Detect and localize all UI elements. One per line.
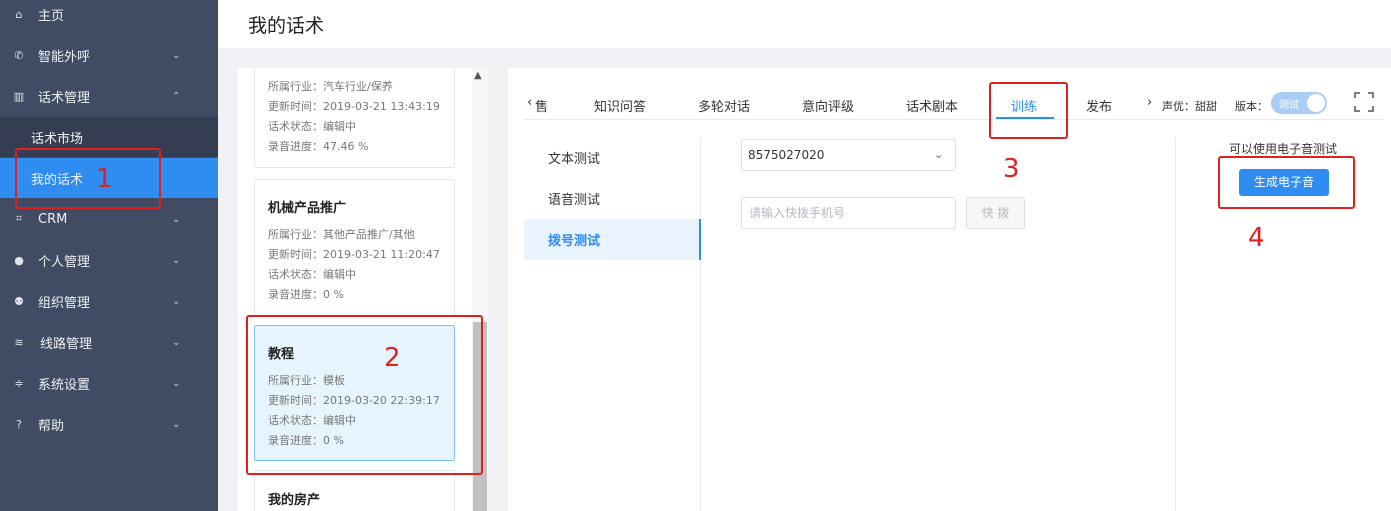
tab-publish[interactable]: 发布 xyxy=(1086,96,1112,115)
subnav-divider xyxy=(700,137,701,511)
content-divider xyxy=(1175,137,1176,511)
script-card[interactable]: 我的房产 xyxy=(254,470,455,511)
script-detail-panel xyxy=(508,68,1391,511)
version-label: 版本： xyxy=(1235,100,1268,113)
card-title: 我的房产 xyxy=(268,493,321,508)
quick-dial-input[interactable] xyxy=(741,197,956,229)
header: 我的话术 xyxy=(218,0,1391,48)
chevron-down-icon: ⌄ xyxy=(172,336,181,348)
chevron-down-icon: ⌄ xyxy=(172,49,181,61)
sidebar-item-smart-call[interactable]: ✆ 智能外呼 ⌄ xyxy=(0,35,218,75)
subnav-label: 语音测试 xyxy=(548,193,601,208)
card-status: 话术状态：编辑中 xyxy=(268,268,356,281)
sidebar-item-system-settings[interactable]: ≑ 系统设置 ⌄ xyxy=(0,363,218,403)
sidebar-item-label: 主页 xyxy=(38,8,65,24)
card-progress: 录音进度：47.46 % xyxy=(268,140,369,153)
version-toggle-label: 测试 xyxy=(1279,100,1299,111)
version-toggle[interactable]: 测试 xyxy=(1271,92,1327,114)
sidebar-item-personal[interactable]: ● 个人管理 ⌄ xyxy=(0,240,218,280)
page-title: 我的话术 xyxy=(248,15,325,37)
chevron-up-icon: ⌃ xyxy=(172,90,181,102)
sidebar-item-script-management[interactable]: ▥ 话术管理 ⌃ xyxy=(0,76,218,116)
sidebar-item-label: 话术市场 xyxy=(31,131,84,147)
subnav-active-indicator xyxy=(699,219,701,260)
sidebar-item-label: 话术管理 xyxy=(38,90,91,106)
voice-label: 声优：甜甜 xyxy=(1162,100,1217,113)
sidebar-item-label: 智能外呼 xyxy=(38,49,91,65)
chevron-down-icon: ⌄ xyxy=(172,254,181,266)
sidebar-item-organization[interactable]: ⚉ 组织管理 ⌄ xyxy=(0,281,218,321)
tab-multi-turn[interactable]: 多轮对话 xyxy=(698,96,750,115)
script-card[interactable]: 所属行业：汽车行业/保养 更新时间：2019-03-21 13:43:19 话术… xyxy=(254,68,455,168)
sidebar-item-label: 帮助 xyxy=(38,418,65,434)
card-title: 机械产品推广 xyxy=(268,201,347,216)
tabs-next-icon[interactable]: › xyxy=(1147,95,1152,110)
card-updated: 更新时间：2019-03-21 11:20:47 xyxy=(268,248,440,261)
fullscreen-icon[interactable] xyxy=(1354,92,1374,112)
phone-number-value: 8575027020 xyxy=(748,148,825,162)
quick-dial-button[interactable]: 快 拨 xyxy=(966,197,1025,229)
users-icon: ⚉ xyxy=(14,294,24,308)
chevron-down-icon: ⌄ xyxy=(172,418,181,430)
sidebar-item-lines[interactable]: ≋ 线路管理 ⌄ xyxy=(0,322,218,362)
annotation-number-3: 3 xyxy=(1003,154,1020,184)
crop-icon: ⌗ xyxy=(15,212,23,225)
subnav-label: 文本测试 xyxy=(548,152,601,167)
chevron-down-icon: ⌄ xyxy=(172,213,181,225)
card-industry: 所属行业：其他产品推广/其他 xyxy=(268,228,415,241)
annotation-box-1 xyxy=(15,148,161,209)
electronic-voice-hint: 可以使用电子音测试 xyxy=(1229,142,1338,156)
sidebar-item-label: 个人管理 xyxy=(38,254,91,270)
scroll-up-icon[interactable]: ▲ xyxy=(474,70,482,81)
annotation-box-2 xyxy=(246,315,483,475)
chevron-down-icon: ⌄ xyxy=(172,295,181,307)
sliders-icon: ≑ xyxy=(14,376,24,390)
user-icon: ● xyxy=(14,253,24,267)
annotation-box-3 xyxy=(989,82,1068,139)
card-progress: 录音进度：0 % xyxy=(268,288,344,301)
card-updated: 更新时间：2019-03-21 13:43:19 xyxy=(268,100,440,113)
tabs-prev-icon[interactable]: ‹ xyxy=(527,95,532,110)
subnav-text-test[interactable]: 文本测试 xyxy=(524,137,700,178)
sidebar-item-label: CRM xyxy=(38,211,68,227)
sidebar-item-label: 系统设置 xyxy=(38,377,91,393)
sidebar: ⌂ 主页 ✆ 智能外呼 ⌄ ▥ 话术管理 ⌃ 话术市场 我的话术 ⌗ CRM ⌄… xyxy=(0,0,218,511)
tabs-divider xyxy=(524,119,1384,120)
tab-intent-rating[interactable]: 意向评级 xyxy=(802,96,854,115)
annotation-number-2: 2 xyxy=(384,343,401,373)
sidebar-item-label: 组织管理 xyxy=(38,295,91,311)
phone-icon: ✆ xyxy=(14,48,24,62)
home-icon: ⌂ xyxy=(15,7,23,21)
tab-knowledge-qa[interactable]: 知识问答 xyxy=(594,96,646,115)
card-status: 话术状态：编辑中 xyxy=(268,120,356,133)
book-icon: ▥ xyxy=(13,89,25,103)
phone-number-select[interactable]: 8575027020 ⌄ xyxy=(741,139,956,171)
script-card[interactable]: 机械产品推广 所属行业：其他产品推广/其他 更新时间：2019-03-21 11… xyxy=(254,179,455,316)
tab-script[interactable]: 话术剧本 xyxy=(906,96,958,115)
subnav-label: 拨号测试 xyxy=(548,234,601,249)
sidebar-item-label: 线路管理 xyxy=(40,336,93,352)
help-icon: ? xyxy=(16,417,22,431)
sidebar-item-help[interactable]: ? 帮助 ⌄ xyxy=(0,404,218,444)
sidebar-item-home[interactable]: ⌂ 主页 xyxy=(0,0,218,34)
annotation-number-1: 1 xyxy=(96,164,113,194)
route-icon: ≋ xyxy=(14,335,24,349)
annotation-box-4 xyxy=(1218,156,1355,209)
subnav-voice-test[interactable]: 语音测试 xyxy=(524,178,700,219)
version-toggle-knob xyxy=(1307,94,1325,112)
chevron-down-icon: ⌄ xyxy=(934,148,944,161)
card-industry: 所属行业：汽车行业/保养 xyxy=(268,80,393,93)
tab-cutoff[interactable]: 售 xyxy=(535,96,548,115)
chevron-down-icon: ⌄ xyxy=(172,377,181,389)
subnav-dial-test[interactable]: 拨号测试 xyxy=(524,219,700,260)
annotation-number-4: 4 xyxy=(1248,223,1265,253)
